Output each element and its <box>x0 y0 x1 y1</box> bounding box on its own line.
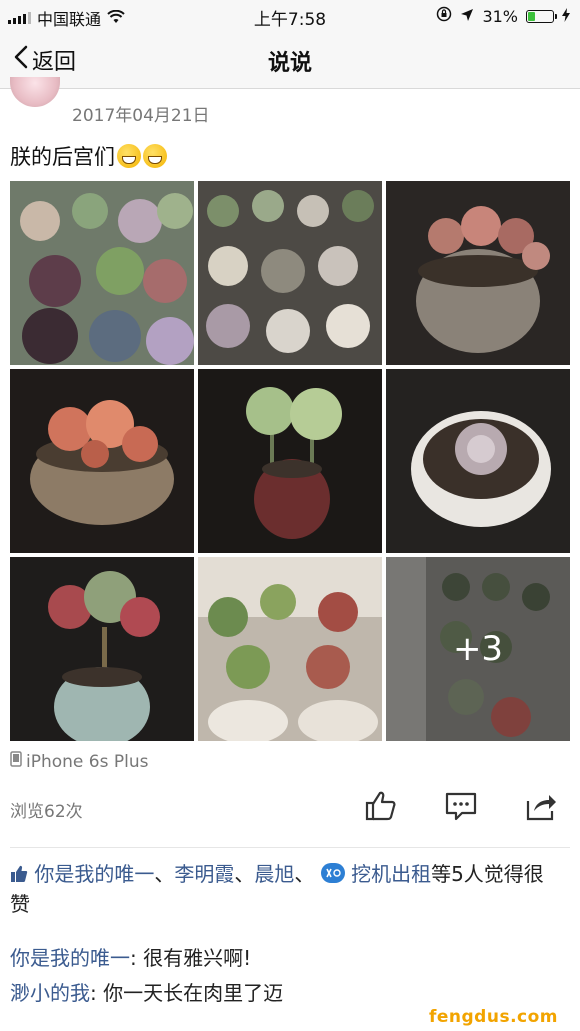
location-icon <box>460 7 474 26</box>
comment-icon[interactable] <box>444 789 478 823</box>
photo-grid: +3 <box>10 181 570 741</box>
separator: 、 <box>234 862 255 886</box>
phone-icon <box>10 751 22 772</box>
comment-text: : 很有雅兴啊! <box>130 946 252 970</box>
view-count: 浏览62次 <box>10 802 83 822</box>
like-icon[interactable] <box>364 789 398 823</box>
likes-suffix-2: 赞 <box>10 892 30 916</box>
photo-7[interactable] <box>10 557 194 741</box>
battery-icon <box>526 9 557 23</box>
liker-name[interactable]: 挖机出租 <box>351 862 431 886</box>
post-date: 2017年04月21日 <box>72 106 210 126</box>
photo-4[interactable] <box>10 369 194 553</box>
photo-6[interactable] <box>386 369 570 553</box>
status-bar: 中国联通 上午7:58 31% <box>0 0 580 30</box>
likes-suffix: 等5人觉得很 <box>431 862 544 886</box>
device-info: iPhone 6s Plus <box>10 751 148 772</box>
navigation-bar: 返回 说说 <box>0 30 580 89</box>
comment-author[interactable]: 你是我的唯一 <box>10 946 130 970</box>
device-label: iPhone 6s Plus <box>26 751 149 772</box>
share-icon[interactable] <box>524 789 558 823</box>
comment-text: : 你一天长在肉里了迈 <box>90 981 284 1005</box>
more-photos-overlay[interactable]: +3 <box>386 557 570 741</box>
avatar[interactable] <box>10 77 60 107</box>
divider <box>10 847 570 848</box>
photo-3[interactable] <box>386 181 570 365</box>
post-actions <box>364 789 558 823</box>
comment-author[interactable]: 渺小的我 <box>10 981 90 1005</box>
photo-5[interactable] <box>198 369 382 553</box>
post-text-content: 朕的后宫们 <box>10 145 115 169</box>
liker-name[interactable]: 你是我的唯一 <box>34 862 154 886</box>
thumbs-up-icon <box>10 862 34 886</box>
photo-1[interactable] <box>10 181 194 365</box>
likes-line: 你是我的唯一、李明霞、晨旭、 挖机出租等5人觉得很 赞 <box>10 859 570 919</box>
photo-8[interactable] <box>198 557 382 741</box>
battery-percent: 31% <box>482 6 518 26</box>
separator: 、 <box>154 862 175 886</box>
comment[interactable]: 你是我的唯一: 很有雅兴啊! <box>10 941 570 976</box>
liker-name[interactable]: 李明霞 <box>174 862 234 886</box>
post-text: 朕的后宫们 <box>10 141 167 171</box>
liker-name[interactable]: 晨旭 <box>254 862 294 886</box>
grin-emoji-icon <box>117 144 141 168</box>
charging-icon <box>562 7 570 26</box>
page-title: 说说 <box>267 51 312 76</box>
orientation-lock-icon <box>436 6 452 26</box>
photo-2[interactable] <box>198 181 382 365</box>
separator: 、 <box>294 862 315 886</box>
liker-badge-icon <box>320 862 351 886</box>
watermark: fengdus.com <box>428 1007 558 1027</box>
photo-9[interactable]: +3 <box>386 557 570 741</box>
comment[interactable]: 渺小的我: 你一天长在肉里了迈 <box>10 976 570 1011</box>
grin-emoji-icon <box>143 144 167 168</box>
comment-list: 你是我的唯一: 很有雅兴啊! 渺小的我: 你一天长在肉里了迈 <box>10 941 570 1011</box>
